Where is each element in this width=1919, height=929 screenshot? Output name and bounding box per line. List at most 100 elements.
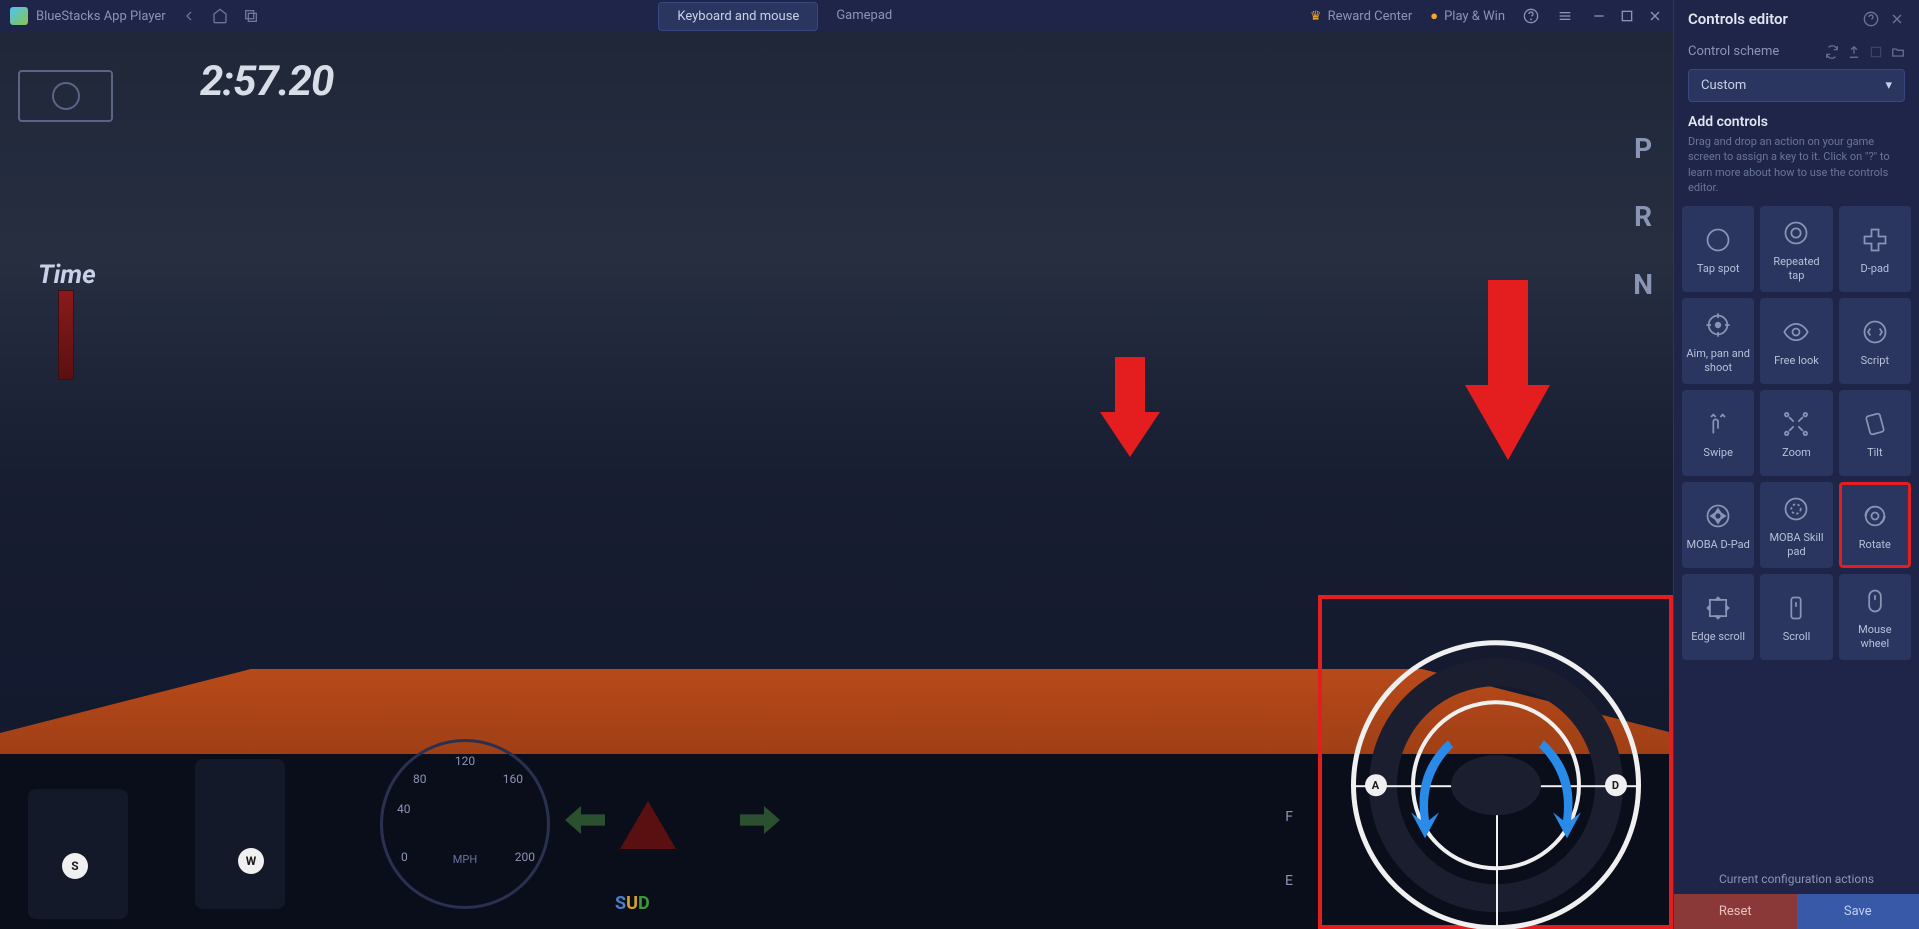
- rotate-left-arrow-icon: [1403, 732, 1463, 842]
- scheme-import-icon[interactable]: [1869, 45, 1883, 59]
- home-icon[interactable]: [212, 8, 228, 24]
- rotate-icon: [1859, 500, 1891, 532]
- control-moba-dpad[interactable]: MOBA D-Pad: [1682, 482, 1754, 568]
- fuel-f: F: [1285, 809, 1293, 825]
- sud-logo: SUD: [615, 893, 650, 914]
- control-script[interactable]: Script: [1839, 298, 1911, 384]
- control-repeated-tap[interactable]: Repeated tap: [1760, 206, 1832, 292]
- key-marker-w[interactable]: W: [238, 848, 264, 874]
- panel-footer: Current configuration actions Reset Save: [1674, 854, 1919, 929]
- control-aim-pan-shoot[interactable]: Aim, pan and shoot: [1682, 298, 1754, 384]
- recents-icon[interactable]: [243, 8, 259, 24]
- reward-center-label: Reward Center: [1328, 9, 1413, 24]
- save-button[interactable]: Save: [1797, 894, 1919, 929]
- control-label: Scroll: [1783, 630, 1811, 643]
- control-label: Aim, pan and shoot: [1686, 347, 1750, 373]
- moba-dpad-icon: [1702, 500, 1734, 532]
- panel-close-icon[interactable]: [1889, 11, 1905, 27]
- add-controls-title: Add controls: [1688, 114, 1905, 130]
- control-label: MOBA Skill pad: [1764, 531, 1828, 557]
- control-scroll[interactable]: Scroll: [1760, 574, 1832, 660]
- camera-button[interactable]: [18, 70, 113, 122]
- menu-icon[interactable]: [1557, 8, 1573, 24]
- play-win-button[interactable]: ● Play & Win: [1430, 8, 1505, 24]
- control-swipe[interactable]: Swipe: [1682, 390, 1754, 476]
- minimize-icon[interactable]: [1591, 8, 1607, 24]
- gear-r: R: [1634, 200, 1652, 233]
- speedometer: 0 40 80 120 160 200 MPH: [380, 739, 550, 909]
- back-icon[interactable]: [181, 8, 197, 24]
- control-label: Rotate: [1859, 538, 1891, 551]
- warning-triangle-icon: [620, 801, 676, 849]
- reward-center-button[interactable]: ♛ Reward Center: [1310, 9, 1412, 24]
- tap-spot-icon: [1702, 224, 1734, 256]
- main-area: BlueStacks App Player Keyboard and mouse…: [0, 0, 1673, 929]
- scheme-select[interactable]: Custom ▾: [1688, 69, 1905, 102]
- rotate-control-overlay[interactable]: A D: [1318, 595, 1673, 929]
- scheme-folder-icon[interactable]: [1891, 45, 1905, 59]
- scheme-export-icon[interactable]: [1847, 45, 1861, 59]
- control-rotate[interactable]: Rotate: [1839, 482, 1911, 568]
- gear-n: N: [1633, 268, 1653, 301]
- control-label: Zoom: [1782, 446, 1811, 459]
- control-label: MOBA D-Pad: [1687, 538, 1750, 551]
- tab-gamepad[interactable]: Gamepad: [818, 2, 910, 31]
- bluestacks-logo-icon: [10, 7, 28, 25]
- control-tilt[interactable]: Tilt: [1839, 390, 1911, 476]
- tab-keyboard-mouse[interactable]: Keyboard and mouse: [658, 2, 818, 31]
- zoom-icon: [1780, 408, 1812, 440]
- control-label: Tilt: [1867, 446, 1883, 459]
- free-look-icon: [1780, 316, 1812, 348]
- control-label: Repeated tap: [1764, 255, 1828, 281]
- key-marker-d[interactable]: D: [1605, 774, 1627, 796]
- close-icon[interactable]: [1647, 8, 1663, 24]
- camera-icon: [52, 82, 80, 110]
- tab-center: Keyboard and mouse Gamepad: [274, 2, 1295, 31]
- fuel-e: E: [1285, 873, 1293, 889]
- key-marker-a[interactable]: A: [1365, 774, 1387, 796]
- scheme-sync-icon[interactable]: [1825, 45, 1839, 59]
- turn-signal-left-icon: [565, 806, 605, 834]
- control-label: Swipe: [1703, 446, 1732, 459]
- repeated-tap-icon: [1780, 217, 1812, 249]
- maximize-icon[interactable]: [1619, 8, 1635, 24]
- control-edge-scroll[interactable]: Edge scroll: [1682, 574, 1754, 660]
- steering-hub: [1451, 755, 1541, 815]
- control-moba-skill[interactable]: MOBA Skill pad: [1760, 482, 1832, 568]
- speed-tick-40: 40: [397, 802, 411, 816]
- key-marker-s[interactable]: S: [62, 853, 88, 879]
- aim-icon: [1702, 309, 1734, 341]
- gear-p: P: [1634, 132, 1652, 165]
- control-tap-spot[interactable]: Tap spot: [1682, 206, 1754, 292]
- game-viewport[interactable]: 2:57.20 Time P R N S W 0 40: [0, 32, 1673, 929]
- turn-signal-right-icon: [740, 806, 780, 834]
- annotation-arrow-rotate-card: [1460, 280, 1555, 460]
- app-container: BlueStacks App Player Keyboard and mouse…: [0, 0, 1919, 929]
- reset-button[interactable]: Reset: [1674, 894, 1797, 929]
- help-icon[interactable]: [1523, 8, 1539, 24]
- pedal-accelerator[interactable]: [195, 759, 285, 909]
- annotation-arrow-steering: [1095, 357, 1165, 457]
- panel-header: Controls editor: [1674, 0, 1919, 38]
- gear-indicator: P R N: [1633, 132, 1653, 301]
- edge-scroll-icon: [1702, 592, 1734, 624]
- add-controls-section: Add controls Drag and drop an action on …: [1674, 114, 1919, 206]
- footer-buttons: Reset Save: [1674, 894, 1919, 929]
- mouse-wheel-icon: [1859, 585, 1891, 617]
- speed-tick-160: 160: [503, 772, 523, 786]
- speed-tick-200: 200: [515, 850, 535, 864]
- logo-area: BlueStacks App Player: [10, 7, 166, 25]
- coin-icon: ●: [1430, 8, 1438, 24]
- control-free-look[interactable]: Free look: [1760, 298, 1832, 384]
- panel-help-icon[interactable]: [1863, 11, 1879, 27]
- add-controls-desc: Drag and drop an action on your game scr…: [1688, 134, 1905, 196]
- top-bar: BlueStacks App Player Keyboard and mouse…: [0, 0, 1673, 32]
- control-label: D-pad: [1861, 262, 1890, 275]
- control-label: Free look: [1774, 354, 1819, 367]
- control-zoom[interactable]: Zoom: [1760, 390, 1832, 476]
- script-icon: [1859, 316, 1891, 348]
- control-mouse-wheel[interactable]: Mouse wheel: [1839, 574, 1911, 660]
- control-dpad[interactable]: D-pad: [1839, 206, 1911, 292]
- time-label: Time: [38, 260, 96, 290]
- time-bar: [58, 290, 74, 380]
